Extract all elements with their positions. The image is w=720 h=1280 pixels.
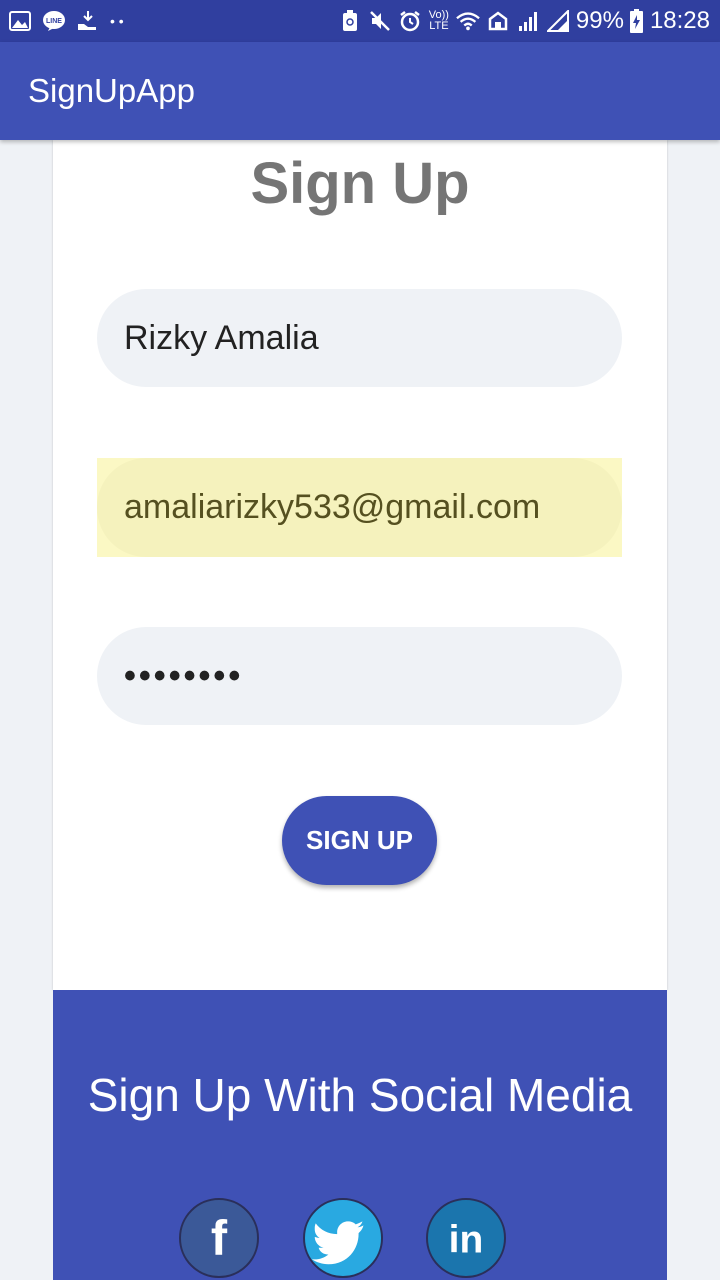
status-bar-right: Vo)) LTE 99% 18:28 <box>338 7 710 35</box>
facebook-button[interactable]: f <box>179 1198 259 1278</box>
linkedin-icon: in <box>449 1219 484 1262</box>
name-input[interactable]: Rizky Amalia <box>97 289 622 387</box>
app-title: SignUpApp <box>28 72 195 109</box>
download-hand-icon <box>76 9 100 33</box>
wifi-icon <box>456 9 480 33</box>
gallery-icon <box>8 9 32 33</box>
clock: 18:28 <box>649 7 710 34</box>
status-bar: LINE • • Vo)) LTE 99% 18:28 <box>0 0 720 42</box>
app-bar: SignUpApp <box>0 42 720 140</box>
recycle-icon <box>338 9 362 33</box>
password-input-value: •••••••• <box>124 656 244 695</box>
email-input[interactable]: amaliarizky533@gmail.com <box>97 458 622 557</box>
volte-indicator: Vo)) LTE <box>428 9 449 32</box>
svg-text:LINE: LINE <box>46 18 62 25</box>
alarm-icon <box>398 9 422 33</box>
linkedin-button[interactable]: in <box>426 1198 506 1278</box>
data-saver-icon <box>486 9 510 33</box>
signal-icon-2 <box>546 9 570 33</box>
notification-dots: • • <box>110 13 124 29</box>
twitter-icon <box>311 1221 364 1265</box>
twitter-button[interactable] <box>303 1198 383 1278</box>
mute-icon <box>368 9 392 33</box>
battery-percent: 99% <box>575 7 624 34</box>
page-title: Sign Up <box>250 151 470 216</box>
status-bar-left: LINE • • <box>8 7 124 35</box>
sign-up-button[interactable]: SIGN UP <box>282 796 437 885</box>
line-app-icon: LINE <box>42 9 66 33</box>
facebook-icon: f <box>211 1212 228 1266</box>
svg-text:in: in <box>449 1219 484 1262</box>
svg-text:f: f <box>211 1212 228 1266</box>
email-input-autofill-highlight: amaliarizky533@gmail.com <box>97 458 622 557</box>
password-input[interactable]: •••••••• <box>97 627 622 725</box>
email-input-value: amaliarizky533@gmail.com <box>124 488 541 526</box>
battery-charging-icon <box>630 9 644 33</box>
signal-icon-1 <box>516 9 540 33</box>
social-signup-title: Sign Up With Social Media <box>87 1069 633 1121</box>
name-input-value: Rizky Amalia <box>124 318 319 357</box>
